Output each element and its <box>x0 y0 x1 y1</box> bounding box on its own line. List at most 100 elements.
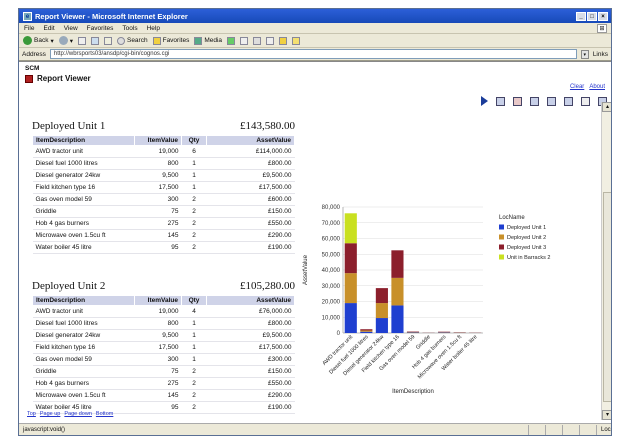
column-header[interactable]: Qty <box>181 295 207 306</box>
column-header[interactable]: ItemDescription <box>32 135 135 146</box>
menu-file[interactable]: File <box>24 25 34 32</box>
menu-view[interactable]: View <box>64 25 78 32</box>
media-label: Media <box>204 37 223 44</box>
report-section-2: Deployed Unit 2 £105,280.00 ItemDescript… <box>32 280 295 414</box>
nav-page-down-link[interactable]: Page down <box>64 411 92 417</box>
excel-icon[interactable] <box>547 96 556 106</box>
menu-favorites[interactable]: Favorites <box>87 25 114 32</box>
y-tick-label: 0 <box>337 331 341 337</box>
nav-top-link[interactable]: Top <box>27 411 36 417</box>
status-segment <box>579 424 596 435</box>
chart-view-icon[interactable] <box>530 96 539 106</box>
table-cell: 9,500 <box>134 169 182 182</box>
menu-edit[interactable]: Edit <box>43 25 54 32</box>
links-label[interactable]: Links <box>593 51 608 58</box>
legend-label: Unit in Barracks 2 <box>507 255 550 261</box>
table-row: Hob 4 gas burners 275 2 £550.00 <box>32 217 295 230</box>
column-header[interactable]: Qty <box>181 135 207 146</box>
pdf-icon[interactable] <box>513 96 522 106</box>
table-cell: Water boiler 45 litre <box>32 241 135 254</box>
forward-arrow-icon <box>58 36 68 45</box>
status-segment <box>528 424 545 435</box>
status-segment <box>545 424 562 435</box>
table-row: AWD tractor unit 19,000 6 £114,000.00 <box>32 145 295 158</box>
table-cell: Hob 4 gas burners <box>32 377 135 390</box>
favorites-label: Favorites <box>162 37 190 44</box>
table-cell: £290.00 <box>206 389 295 402</box>
table-cell: 9,500 <box>134 329 182 342</box>
security-zone: Local intranet <box>596 424 611 435</box>
table-cell: 2 <box>181 229 207 242</box>
scroll-thumb[interactable] <box>603 192 611 402</box>
table-cell: 17,500 <box>134 181 182 194</box>
table-body: AWD tractor unit 19,000 6 £114,000.00 Diesel… <box>32 145 295 254</box>
nav-bottom-link[interactable]: Bottom <box>96 411 113 417</box>
bar-segment <box>375 318 388 333</box>
table-view-icon[interactable] <box>496 96 505 106</box>
column-header[interactable]: AssetValue <box>206 295 295 306</box>
table-cell: 145 <box>134 389 182 402</box>
table-cell: £800.00 <box>206 157 295 170</box>
table-cell: Diesel fuel 1000 litres <box>32 317 135 330</box>
table-header-row: ItemDescription ItemValue Qty AssetValue <box>32 295 295 306</box>
table-row: Field kitchen type 16 17,500 1 £17,500.00 <box>32 341 295 354</box>
table-row: Hob 4 gas burners 275 2 £550.00 <box>32 377 295 390</box>
scroll-down-arrow[interactable]: ▾ <box>602 410 611 420</box>
maximize-button[interactable]: □ <box>587 11 597 21</box>
home-icon[interactable] <box>103 36 112 45</box>
about-link[interactable]: About <box>589 84 605 90</box>
print-icon[interactable] <box>253 36 262 45</box>
table-row: Water boiler 45 litre 95 2 £190.00 <box>32 241 295 254</box>
status-segments: Local intranet <box>528 424 611 435</box>
column-header[interactable]: ItemDescription <box>32 295 135 306</box>
y-tick-label: 70,000 <box>322 221 341 227</box>
mail-icon[interactable] <box>240 36 249 45</box>
media-icon <box>194 36 203 45</box>
clear-link[interactable]: Clear <box>570 84 584 90</box>
table-cell: £190.00 <box>206 241 295 254</box>
table-cell: £150.00 <box>206 365 295 378</box>
report-table: ItemDescription ItemValue Qty AssetValue… <box>32 135 295 254</box>
menu-help[interactable]: Help <box>147 25 160 32</box>
column-header[interactable]: AssetValue <box>206 135 295 146</box>
table-cell: 275 <box>134 377 182 390</box>
menu-tools[interactable]: Tools <box>122 25 137 32</box>
folder-icon[interactable] <box>279 36 288 45</box>
refresh-icon[interactable] <box>90 36 99 45</box>
search-button[interactable]: Search <box>116 36 148 45</box>
address-input[interactable]: http://wbrsports03/ansdp/cgi-bin/cognos.… <box>49 49 577 59</box>
print-report-icon[interactable] <box>581 96 590 106</box>
address-dropdown-icon[interactable]: ▾ <box>580 49 589 59</box>
table-cell: 300 <box>134 193 182 206</box>
minimize-button[interactable]: _ <box>576 11 586 21</box>
messenger-icon[interactable] <box>292 36 301 45</box>
run-report-icon[interactable] <box>481 96 488 106</box>
scroll-up-arrow[interactable]: ▴ <box>602 102 611 112</box>
report-viewer-header: Report Viewer <box>25 74 91 83</box>
column-header[interactable]: ItemValue <box>134 295 182 306</box>
table-cell: 1 <box>181 317 207 330</box>
back-button[interactable]: Back ▾ <box>23 36 54 45</box>
browser-toolbar: Back ▾ ▾ Search Favorites Media <box>19 34 611 48</box>
app-name: SCM <box>25 65 40 72</box>
table-cell: Griddle <box>32 205 135 218</box>
column-header[interactable]: ItemValue <box>134 135 182 146</box>
close-button[interactable]: × <box>598 11 608 21</box>
stop-icon[interactable] <box>77 36 86 45</box>
table-cell: 95 <box>134 241 182 254</box>
table-cell: 2 <box>181 377 207 390</box>
save-icon[interactable] <box>564 96 573 106</box>
forward-button[interactable]: ▾ <box>58 36 73 45</box>
media-button[interactable]: Media <box>194 36 223 45</box>
table-cell: Hob 4 gas burners <box>32 217 135 230</box>
page-content: SCM Report Viewer Clear About Deployed U… <box>19 61 611 425</box>
vertical-scrollbar[interactable]: ▴ ▾ <box>601 102 611 420</box>
nav-page-up-link[interactable]: Page up <box>40 411 61 417</box>
report-table: ItemDescription ItemValue Qty AssetValue… <box>32 295 295 414</box>
legend-swatch <box>499 244 504 250</box>
history-icon[interactable] <box>227 36 236 45</box>
favorites-button[interactable]: Favorites <box>152 36 190 45</box>
edit-icon[interactable] <box>266 36 275 45</box>
bar-segment <box>344 243 357 274</box>
bar-segment <box>360 329 373 331</box>
